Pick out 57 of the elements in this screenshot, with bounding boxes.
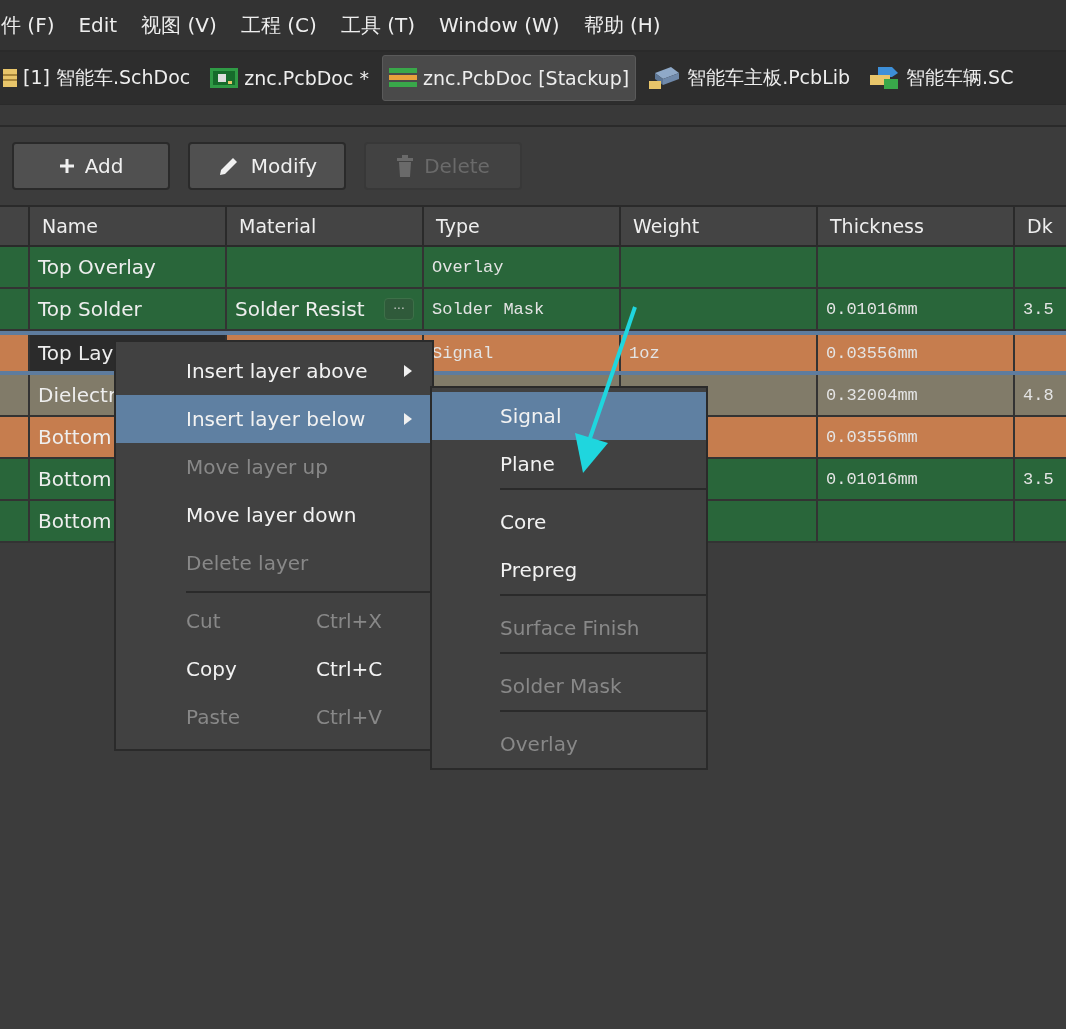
- menu-option[interactable]: Insert layer below: [116, 395, 432, 443]
- table-cell: Signal: [432, 343, 494, 363]
- table-cell: 3.5: [1023, 469, 1054, 489]
- table-cell: Top Lay: [38, 341, 114, 365]
- component-icon: [870, 65, 901, 91]
- column-header[interactable]: Thickness: [816, 207, 1013, 245]
- table-row[interactable]: Top Solder Solder Resist ··· Solder Mask 0.01016mm 3.5: [0, 289, 1066, 331]
- circuit-board-icon: [210, 67, 239, 89]
- table-row[interactable]: Top Overlay Overlay: [0, 247, 1066, 289]
- table-cell: 0.01016mm: [826, 299, 918, 319]
- trash-icon: [396, 155, 415, 177]
- table-cell: Bottom: [38, 425, 112, 449]
- plus-icon: [58, 158, 75, 174]
- table-cell: Solder Mask: [432, 299, 545, 319]
- column-header[interactable]: Type: [422, 207, 619, 245]
- table-cell: 0.32004mm: [826, 385, 918, 405]
- table-cell: 0.01016mm: [826, 469, 918, 489]
- document-icon: [3, 67, 17, 89]
- more-button[interactable]: ···: [384, 298, 414, 320]
- menu-option[interactable]: Prepreg: [432, 546, 706, 594]
- layer-stack-icon: [388, 67, 417, 89]
- menu-item[interactable]: 帮助 (H): [583, 11, 661, 39]
- document-tab[interactable]: [1] 智能车.SchDoc: [0, 55, 198, 101]
- column-header[interactable]: Dk: [1013, 207, 1066, 245]
- table-cell: 0.03556mm: [826, 343, 918, 363]
- menu-option[interactable]: Core: [432, 498, 706, 546]
- table-cell: Overlay: [432, 257, 504, 277]
- menu-item[interactable]: 视图 (V): [141, 11, 217, 39]
- table-cell: 1oz: [629, 343, 660, 363]
- add-button[interactable]: Add: [12, 142, 170, 190]
- document-tab[interactable]: znc.PcbDoc [Stackup]: [381, 55, 637, 101]
- document-tab[interactable]: 智能车主板.PcbLib: [642, 55, 858, 101]
- document-tab[interactable]: znc.PcbDoc *: [203, 55, 376, 101]
- column-header[interactable]: Material: [225, 207, 422, 245]
- table-cell: 0.03556mm: [826, 427, 918, 447]
- table-cell: Top Solder: [38, 297, 142, 321]
- chip-stack-icon: [649, 65, 682, 91]
- modify-button[interactable]: Modify: [188, 142, 346, 190]
- table-cell: Dielectr: [38, 383, 117, 407]
- column-header[interactable]: Name: [28, 207, 225, 245]
- menu-item[interactable]: Window (W): [439, 13, 560, 37]
- menu-item[interactable]: Edit: [78, 13, 118, 37]
- table-cell: Solder Resist: [235, 297, 365, 321]
- table-cell: Bottom: [38, 509, 112, 533]
- menu-option[interactable]: Copy Ctrl+C: [116, 645, 432, 693]
- table-cell: Bottom: [38, 467, 112, 491]
- menu-item[interactable]: 工程 (C): [240, 11, 317, 39]
- table-cell: Top Overlay: [38, 255, 156, 279]
- menu-option[interactable]: Signal: [432, 392, 706, 440]
- document-tab[interactable]: 智能车辆.SC: [863, 55, 1021, 101]
- table-cell: 4.8: [1023, 385, 1054, 405]
- menu-option[interactable]: Move layer down: [116, 491, 432, 539]
- menu-item[interactable]: 件 (F): [1, 11, 55, 39]
- column-header[interactable]: Weight: [619, 207, 816, 245]
- menu-item[interactable]: 工具 (T): [340, 11, 415, 39]
- table-cell: 3.5: [1023, 299, 1054, 319]
- menu-option[interactable]: Plane: [432, 440, 706, 488]
